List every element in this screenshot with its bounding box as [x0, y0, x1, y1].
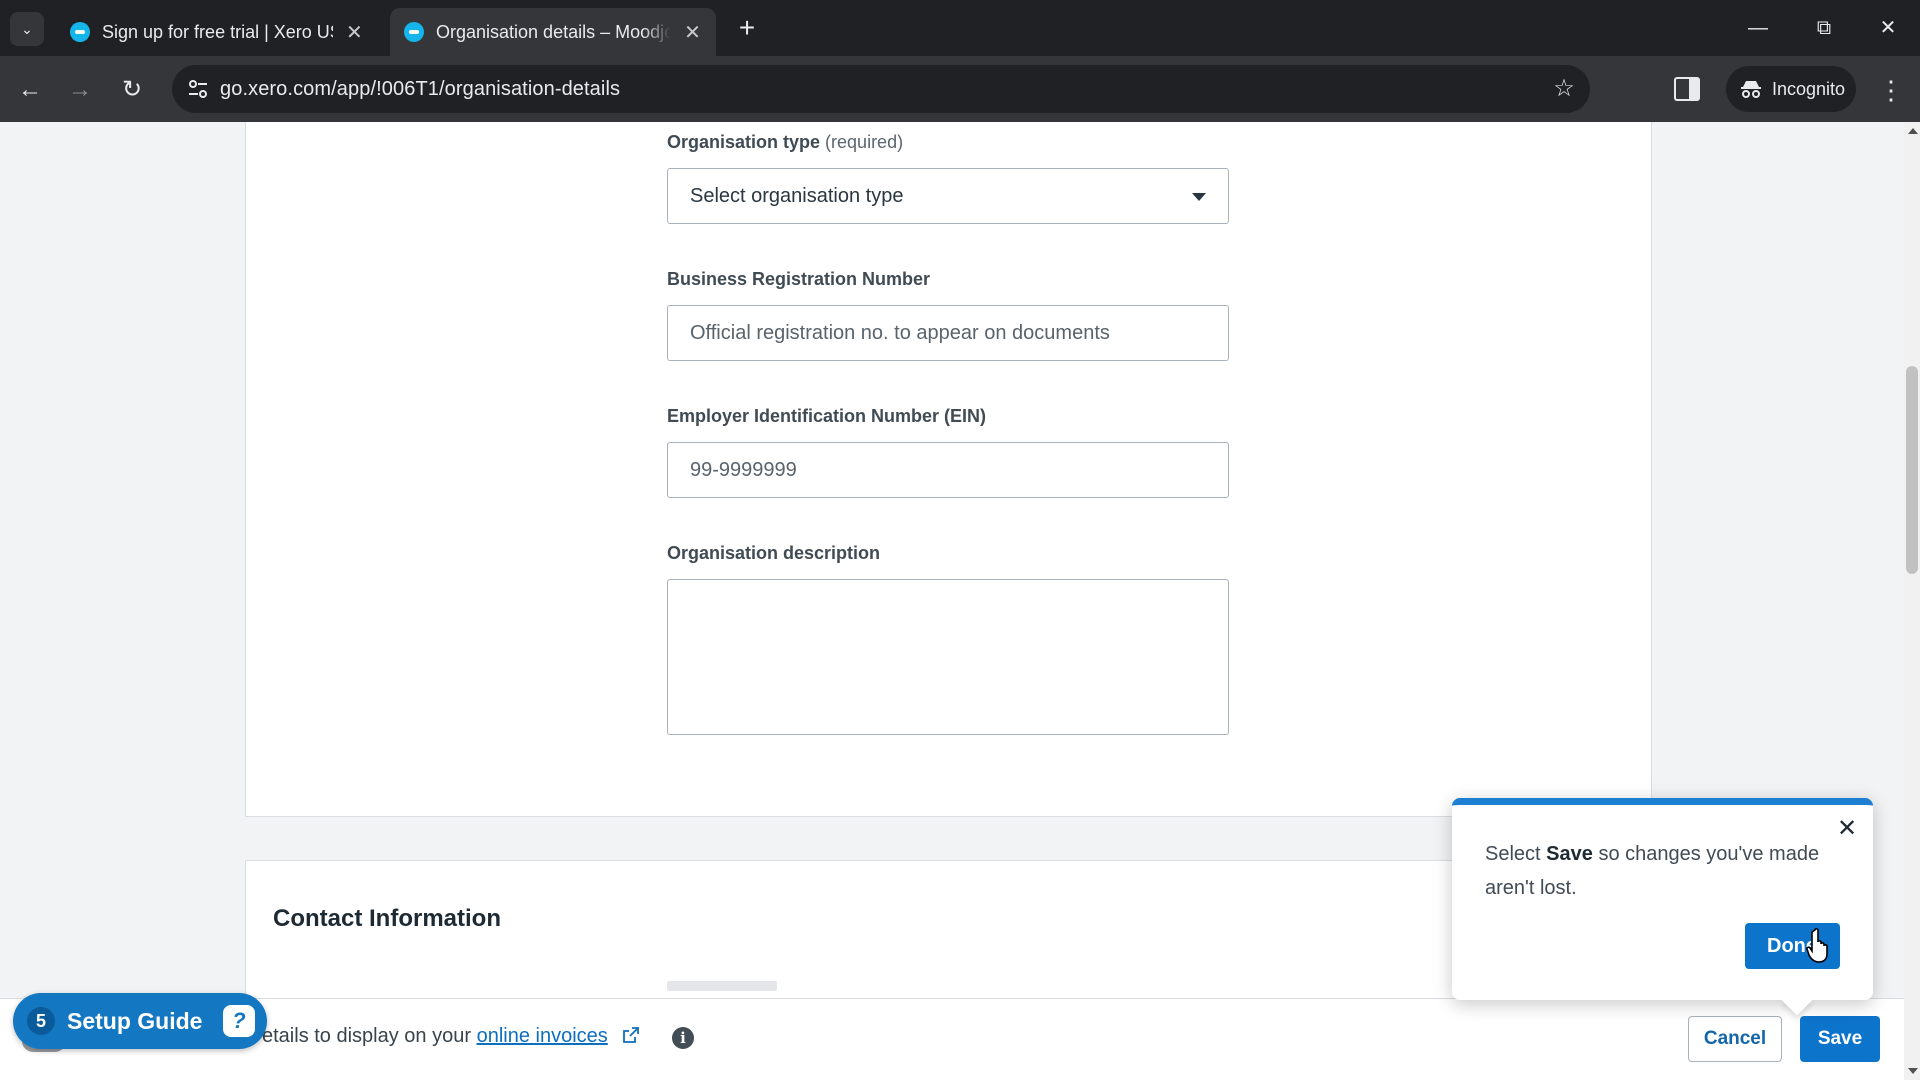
tab-title: Sign up for free trial | Xero US — [102, 21, 333, 42]
scrollbar-thumb[interactable] — [1906, 366, 1918, 574]
close-tab-icon[interactable]: ✕ — [345, 20, 364, 45]
address-bar[interactable]: go.xero.com/app/!006T1/organisation-deta… — [172, 65, 1590, 113]
site-settings-icon[interactable] — [186, 77, 210, 101]
popover-text-bold: Save — [1546, 843, 1593, 865]
popover-text-before: Select — [1485, 843, 1541, 865]
minimize-window-icon[interactable]: — — [1738, 12, 1778, 44]
required-marker: (required) — [825, 132, 904, 152]
cancel-button[interactable]: Cancel — [1688, 1016, 1782, 1062]
forward-arrow-icon[interactable]: → — [62, 72, 98, 108]
reload-icon[interactable]: ↻ — [114, 72, 150, 108]
partially-hidden-field-label — [667, 981, 777, 991]
hand-pointer-cursor-icon — [1806, 928, 1828, 963]
xero-favicon-icon — [70, 22, 90, 42]
scroll-down-arrow-icon[interactable] — [1908, 1068, 1918, 1074]
close-window-icon[interactable]: ✕ — [1868, 12, 1908, 44]
url-text[interactable]: go.xero.com/app/!006T1/organisation-deta… — [220, 78, 620, 101]
popover-message: Select Save so changes you've made aren'… — [1485, 837, 1845, 905]
chevron-down-icon — [1192, 193, 1206, 201]
org-type-select[interactable]: Select organisation type — [667, 168, 1229, 224]
browser-tab-bar: ⌄ Sign up for free trial | Xero US ✕ Org… — [0, 0, 1920, 56]
xero-favicon-icon — [404, 22, 424, 42]
bookmark-star-icon[interactable]: ☆ — [1550, 75, 1578, 103]
new-tab-plus-icon[interactable]: + — [732, 14, 762, 44]
org-description-textarea[interactable] — [667, 579, 1229, 735]
org-type-label: Organisation type (required) — [667, 132, 903, 153]
contact-information-card: Contact Information — [245, 860, 1652, 1000]
setup-guide-count-badge: 5 — [27, 1007, 55, 1035]
incognito-label: Incognito — [1772, 78, 1846, 99]
online-invoices-link[interactable]: online invoices — [477, 1025, 608, 1047]
setup-guide-label: Setup Guide — [67, 1007, 203, 1034]
business-reg-label: Business Registration Number — [667, 269, 931, 289]
tab-search-chevron-icon[interactable]: ⌄ — [10, 12, 44, 46]
business-reg-placeholder: Official registration no. to appear on d… — [690, 321, 1110, 344]
org-description-label: Organisation description — [667, 543, 881, 563]
restore-window-icon[interactable]: ⧉ — [1804, 12, 1844, 44]
ein-placeholder: 99-9999999 — [690, 458, 797, 481]
ein-label: Employer Identification Number (EIN) — [667, 406, 987, 426]
external-link-icon[interactable] — [623, 1027, 640, 1043]
setup-guide-button[interactable]: 5 Setup Guide ? — [13, 993, 267, 1049]
help-chat-icon[interactable]: ? — [223, 1005, 255, 1037]
browser-tab-organisation-details[interactable]: Organisation details – Moodjoy ✕ — [390, 8, 716, 56]
browser-menu-icon[interactable]: ⋮ — [1878, 72, 1904, 108]
browser-tab-xero-signup[interactable]: Sign up for free trial | Xero US ✕ — [56, 8, 378, 56]
org-type-selected-value: Select organisation type — [690, 184, 904, 207]
incognito-profile-button[interactable]: Incognito — [1726, 66, 1856, 112]
tab-title: Organisation details – Moodjoy — [436, 21, 671, 42]
org-type-label-text: Organisation type — [667, 132, 821, 152]
online-invoices-hint: etails to display on your online invoice… — [262, 1025, 640, 1048]
incognito-icon — [1741, 81, 1761, 98]
form-action-bar: etails to display on your online invoice… — [0, 998, 1904, 1080]
browser-toolbar: ← → ↻ go.xero.com/app/!006T1/organisatio… — [0, 56, 1920, 122]
side-panel-icon[interactable] — [1674, 77, 1700, 101]
hint-text: etails to display on your — [262, 1025, 472, 1047]
save-reminder-popover: ✕ Select Save so changes you've made are… — [1452, 798, 1873, 1016]
contact-information-title: Contact Information — [273, 905, 501, 932]
business-reg-input[interactable]: Official registration no. to appear on d… — [667, 305, 1229, 361]
save-button[interactable]: Save — [1800, 1016, 1880, 1062]
scroll-up-arrow-icon[interactable] — [1908, 128, 1918, 134]
info-icon[interactable]: i — [672, 1027, 694, 1049]
ein-input[interactable]: 99-9999999 — [667, 442, 1229, 498]
back-arrow-icon[interactable]: ← — [12, 72, 48, 108]
organisation-details-card: Organisation type (required) Select orga… — [245, 122, 1652, 817]
close-tab-icon[interactable]: ✕ — [683, 20, 702, 45]
page-scrollbar[interactable] — [1904, 122, 1920, 1080]
